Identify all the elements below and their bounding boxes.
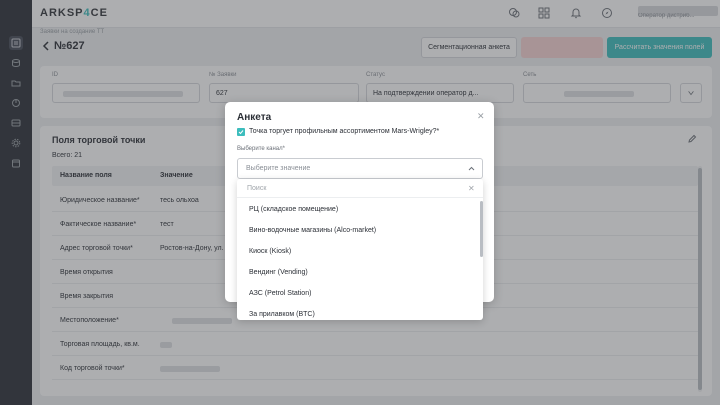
channel-dropdown: Поиск ✕ РЦ (складское помещение) Вино-во…: [237, 179, 483, 320]
channel-select[interactable]: Выберите значение: [237, 158, 483, 179]
assortment-checkbox-label: Точка торгует профильным ассортиментом M…: [249, 128, 440, 135]
channel-select-placeholder: Выберите значение: [246, 165, 311, 172]
chevron-up-icon: [468, 166, 475, 171]
channel-select-label: Выберите канал*: [237, 146, 285, 152]
dropdown-option[interactable]: РЦ (складское помещение): [237, 199, 477, 220]
dropdown-option[interactable]: АЗС (Petrol Station): [237, 283, 477, 304]
dropdown-search-input[interactable]: Поиск ✕: [237, 179, 483, 198]
dropdown-option[interactable]: Киоск (Kiosk): [237, 241, 477, 262]
dropdown-option[interactable]: Вино-водочные магазины (Alco-market): [237, 220, 477, 241]
dropdown-option[interactable]: Вендинг (Vending): [237, 262, 477, 283]
clear-search-icon[interactable]: ✕: [468, 184, 475, 193]
search-placeholder: Поиск: [247, 185, 267, 192]
assortment-checkbox[interactable]: [237, 128, 245, 136]
dropdown-scrollbar[interactable]: [480, 201, 483, 257]
close-icon[interactable]: ✕: [477, 111, 485, 122]
dropdown-option[interactable]: За прилавком (BTC): [237, 304, 477, 320]
modal-title: Анкета: [237, 112, 272, 123]
